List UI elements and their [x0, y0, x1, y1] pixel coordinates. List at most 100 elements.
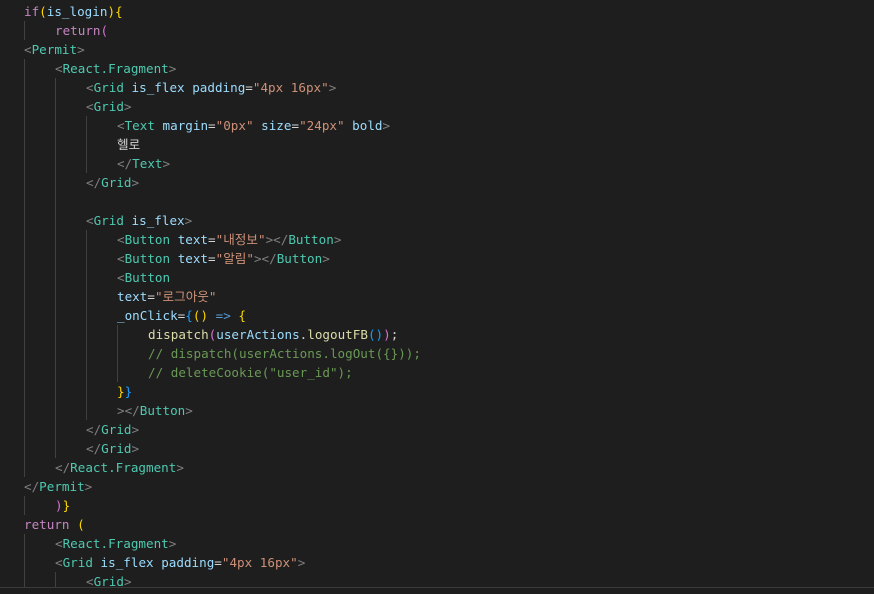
code-token-tag: Button: [276, 251, 323, 266]
code-line[interactable]: return(: [24, 21, 874, 40]
code-token-text: 헬로: [117, 137, 141, 152]
code-token-tag: Grid: [93, 80, 124, 95]
code-token-identifier: is_flex: [100, 555, 154, 570]
code-token-bracket: >: [168, 536, 177, 551]
code-line[interactable]: _onClick={() => {: [24, 306, 874, 325]
code-token-bracket: >: [77, 42, 85, 57]
code-line[interactable]: <Text margin="0px" size="24px" bold>: [24, 116, 874, 135]
code-token-text: =: [208, 232, 216, 247]
code-token-bracket: </: [86, 441, 102, 456]
code-token-identifier: margin: [162, 118, 209, 133]
indent-guide: [55, 230, 56, 249]
code-token-brace-blue: }: [124, 384, 133, 399]
code-token-bracket: >: [328, 80, 337, 95]
code-line[interactable]: dispatch(userActions.logoutFB());: [24, 325, 874, 344]
code-line[interactable]: </React.Fragment>: [24, 458, 874, 477]
code-line[interactable]: <Button: [24, 268, 874, 287]
indent-guide: [55, 382, 56, 401]
code-line[interactable]: // dispatch(userActions.logOut({}));: [24, 344, 874, 363]
code-line[interactable]: text="로그아웃": [24, 287, 874, 306]
indent-guide: [24, 306, 25, 325]
code-line[interactable]: )}: [24, 496, 874, 515]
code-line[interactable]: <React.Fragment>: [24, 59, 874, 78]
code-line-content: }}: [117, 382, 132, 401]
code-token-bracket: <: [55, 555, 63, 570]
code-line[interactable]: </Grid>: [24, 173, 874, 192]
code-token-bracket: </: [86, 175, 102, 190]
code-line[interactable]: </Grid>: [24, 420, 874, 439]
code-line[interactable]: if(is_login){: [24, 2, 874, 21]
code-line[interactable]: <Grid is_flex padding="4px 16px">: [24, 78, 874, 97]
indent-guide: [86, 363, 87, 382]
code-line[interactable]: </Text>: [24, 154, 874, 173]
indent-guide: [55, 439, 56, 458]
indent-guide: [55, 116, 56, 135]
code-token-tag: Button: [124, 270, 171, 285]
code-token-bracket: <: [86, 213, 94, 228]
code-token-tag: Grid: [93, 213, 124, 228]
indent-guide: [55, 78, 56, 97]
code-line[interactable]: }}: [24, 382, 874, 401]
code-token-keyword: if: [24, 4, 40, 19]
code-token-tag: React.Fragment: [62, 536, 169, 551]
code-token-bracket: </: [55, 460, 71, 475]
indent-guide: [24, 268, 25, 287]
code-line[interactable]: </Permit>: [24, 477, 874, 496]
indent-guide: [55, 306, 56, 325]
indent-guide: [24, 553, 25, 572]
code-token-brace-yellow: ): [107, 4, 116, 19]
code-token-keyword: return: [55, 23, 101, 38]
code-line-content: <Text margin="0px" size="24px" bold>: [117, 116, 390, 135]
indent-guide: [86, 249, 87, 268]
code-token-bracket: <: [117, 270, 125, 285]
code-line-content: </Grid>: [86, 439, 139, 458]
code-line[interactable]: return (: [24, 515, 874, 534]
indent-guide: [24, 21, 25, 40]
indent-guide: [24, 363, 25, 382]
code-line-content: <Grid is_flex>: [86, 211, 192, 230]
code-editor[interactable]: if(is_login){return(<Permit> <React.Fragm…: [0, 0, 874, 594]
code-token-brace-purple: ): [383, 327, 391, 342]
indent-guide: [55, 97, 56, 116]
code-line[interactable]: [24, 192, 874, 211]
code-token-identifier: text: [117, 289, 148, 304]
code-line[interactable]: <Grid is_flex padding="4px 16px">: [24, 553, 874, 572]
indent-guide: [86, 325, 87, 344]
code-line[interactable]: <Grid>: [24, 97, 874, 116]
indent-guide: [24, 344, 25, 363]
code-token-brace-yellow: (: [39, 4, 47, 19]
code-token-bracket: >: [123, 99, 132, 114]
code-line[interactable]: ></Button>: [24, 401, 874, 420]
code-line[interactable]: </Grid>: [24, 439, 874, 458]
code-token-tag: React.Fragment: [70, 460, 177, 475]
code-token-identifier: userActions: [216, 327, 300, 342]
code-line[interactable]: <Button text="내정보"></Button>: [24, 230, 874, 249]
code-line[interactable]: // deleteCookie("user_id");: [24, 363, 874, 382]
code-token-comment: // dispatch(userActions.logOut({}));: [148, 346, 421, 361]
code-line[interactable]: <React.Fragment>: [24, 534, 874, 553]
horizontal-scrollbar[interactable]: [0, 587, 874, 594]
code-line-content: // deleteCookie("user_id");: [148, 363, 353, 382]
code-line-content: // dispatch(userActions.logOut({}));: [148, 344, 421, 363]
code-token-bracket: >: [333, 232, 342, 247]
indent-guide: [86, 306, 87, 325]
code-line-content: if(is_login){: [24, 2, 123, 21]
indent-guide: [24, 496, 25, 515]
code-token-text: =: [291, 118, 300, 133]
code-line[interactable]: <Grid is_flex>: [24, 211, 874, 230]
code-token-string: "내정보": [215, 232, 266, 247]
code-token-tag: Button: [139, 403, 186, 418]
code-token-identifier: is_flex: [131, 80, 185, 95]
code-token-string: "24px": [299, 118, 345, 133]
code-token-bracket: >: [185, 403, 193, 418]
code-area[interactable]: if(is_login){return(<Permit> <React.Fragm…: [24, 2, 874, 591]
code-line[interactable]: <Permit>: [24, 40, 874, 59]
code-token-bracket: >: [184, 213, 193, 228]
code-token-bracket: >: [382, 118, 391, 133]
code-line[interactable]: <Button text="알림"></Button>: [24, 249, 874, 268]
code-line[interactable]: 헬로: [24, 135, 874, 154]
indent-guide: [55, 268, 56, 287]
